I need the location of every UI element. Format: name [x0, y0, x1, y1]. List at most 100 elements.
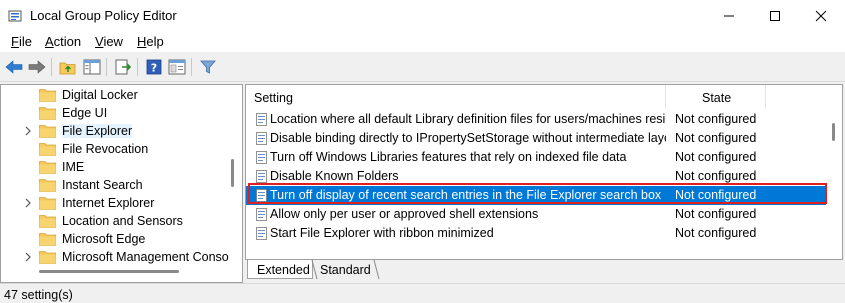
- tree-scrollbar-thumb[interactable]: [231, 159, 234, 187]
- toolbar-separator: [106, 58, 107, 76]
- row-setting-name: Turn off Windows Libraries features that…: [270, 150, 627, 164]
- list-scrollbar-thumb[interactable]: [832, 123, 835, 141]
- policy-setting-icon: [256, 208, 267, 221]
- export-list-button[interactable]: [112, 57, 134, 77]
- minimize-button[interactable]: [706, 0, 752, 32]
- tree-item-label: Edge UI: [62, 106, 108, 120]
- maximize-icon: [770, 11, 780, 21]
- status-setting-count: 47 setting(s): [4, 288, 73, 302]
- table-row[interactable]: Disable binding directly to IPropertySet…: [246, 129, 826, 148]
- tree-item-label: File Revocation: [62, 142, 149, 156]
- tree-item-label: Microsoft Edge: [62, 232, 146, 246]
- back-icon: [5, 60, 23, 74]
- row-setting-name: Disable binding directly to IPropertySet…: [270, 131, 666, 145]
- menu-file[interactable]: File: [11, 34, 32, 49]
- table-row[interactable]: Allow only per user or approved shell ex…: [246, 205, 826, 224]
- minimize-icon: [724, 15, 734, 17]
- toolbar: ?: [0, 52, 845, 82]
- tree-item[interactable]: Location and Sensors: [1, 212, 227, 230]
- view-tabs: Extended Standard: [245, 260, 843, 282]
- tree-item[interactable]: Instant Search: [1, 176, 227, 194]
- tab-extended[interactable]: Extended: [247, 260, 313, 279]
- row-state: Not configured: [675, 131, 757, 145]
- up-folder-icon: [59, 62, 76, 75]
- tab-extended-label: Extended: [257, 263, 310, 277]
- properties-icon: [168, 59, 186, 75]
- column-header-state[interactable]: State: [666, 85, 766, 109]
- up-folder-button[interactable]: [57, 57, 79, 77]
- column-header-setting-label: Setting: [254, 91, 293, 105]
- row-setting-name: Disable Known Folders: [270, 169, 399, 183]
- tab-divider: [373, 260, 380, 280]
- tree-item[interactable]: Digital Locker: [1, 86, 227, 104]
- back-button[interactable]: [3, 57, 25, 77]
- column-header-state-label: State: [702, 91, 732, 105]
- settings-list-pane[interactable]: Setting State Location where all default…: [245, 84, 843, 260]
- toolbar-separator: [191, 58, 192, 76]
- folder-icon: [39, 215, 56, 228]
- tree-pane[interactable]: Digital Locker Edge UI File Explorer File R…: [0, 84, 243, 283]
- menu-help[interactable]: Help: [137, 34, 164, 49]
- tree-item-label: Microsoft Management Conso: [62, 250, 229, 264]
- chevron-right-icon[interactable]: [24, 198, 32, 208]
- menu-file-mnemonic: F: [11, 34, 19, 49]
- policy-setting-icon: [256, 227, 267, 240]
- tab-standard[interactable]: Standard: [315, 260, 375, 279]
- tree-horizontal-scrollbar-thumb[interactable]: [39, 270, 179, 273]
- tree-item-label: File Explorer: [62, 124, 133, 138]
- tree-item-label: Instant Search: [62, 178, 143, 192]
- toolbar-separator: [51, 58, 52, 76]
- tree-item[interactable]: Internet Explorer: [1, 194, 227, 212]
- forward-icon: [28, 60, 46, 74]
- row-state: Not configured: [675, 112, 757, 126]
- window-title: Local Group Policy Editor: [30, 8, 177, 23]
- chevron-right-icon[interactable]: [24, 126, 32, 136]
- filter-icon: [200, 60, 216, 74]
- folder-icon: [39, 143, 56, 156]
- menu-view[interactable]: View: [95, 34, 123, 49]
- menu-view-label: iew: [103, 34, 123, 49]
- svg-text:?: ?: [151, 62, 157, 75]
- menu-file-label: ile: [18, 34, 32, 49]
- menu-action-mnemonic: A: [45, 34, 54, 49]
- tree-item-label: Internet Explorer: [62, 196, 155, 210]
- folder-icon: [39, 197, 56, 210]
- tree-item[interactable]: Microsoft Edge: [1, 230, 227, 248]
- toolbar-separator: [137, 58, 138, 76]
- menu-action[interactable]: Action: [45, 34, 81, 49]
- maximize-button[interactable]: [752, 0, 798, 32]
- chevron-right-icon[interactable]: [24, 252, 32, 262]
- row-state: Not configured: [675, 150, 757, 164]
- tree-item[interactable]: Microsoft Management Conso: [1, 248, 229, 266]
- row-setting-name: Start File Explorer with ribbon minimize…: [270, 226, 494, 240]
- help-button[interactable]: ?: [143, 57, 165, 77]
- row-state: Not configured: [675, 226, 757, 240]
- folder-icon: [39, 89, 56, 102]
- folder-icon: [39, 161, 56, 174]
- help-icon: ?: [146, 59, 162, 75]
- tree-item[interactable]: Edge UI: [1, 104, 227, 122]
- status-bar: 47 setting(s): [0, 283, 845, 303]
- folder-icon: [39, 233, 56, 246]
- table-row[interactable]: Turn off Windows Libraries features that…: [246, 148, 826, 167]
- table-row[interactable]: Location where all default Library defin…: [246, 110, 826, 129]
- properties-button[interactable]: [166, 57, 188, 77]
- tree-item[interactable]: File Explorer: [1, 122, 227, 140]
- menu-help-mnemonic: H: [137, 34, 147, 49]
- filter-button[interactable]: [197, 57, 219, 77]
- folder-icon: [39, 251, 56, 264]
- close-button[interactable]: [798, 0, 844, 32]
- folder-icon: [39, 179, 56, 192]
- show-hide-tree-button[interactable]: [81, 57, 103, 77]
- row-state: Not configured: [675, 169, 757, 183]
- export-list-icon: [115, 59, 132, 75]
- tree-item[interactable]: File Revocation: [1, 140, 227, 158]
- table-row[interactable]: Start File Explorer with ribbon minimize…: [246, 224, 826, 243]
- tree-item-label: Location and Sensors: [62, 214, 183, 228]
- row-setting-name: Location where all default Library defin…: [270, 112, 666, 126]
- policy-setting-icon: [256, 132, 267, 145]
- folder-icon: [39, 107, 56, 120]
- tree-item[interactable]: IME: [1, 158, 227, 176]
- forward-button[interactable]: [26, 57, 48, 77]
- column-header-setting[interactable]: Setting: [246, 85, 666, 109]
